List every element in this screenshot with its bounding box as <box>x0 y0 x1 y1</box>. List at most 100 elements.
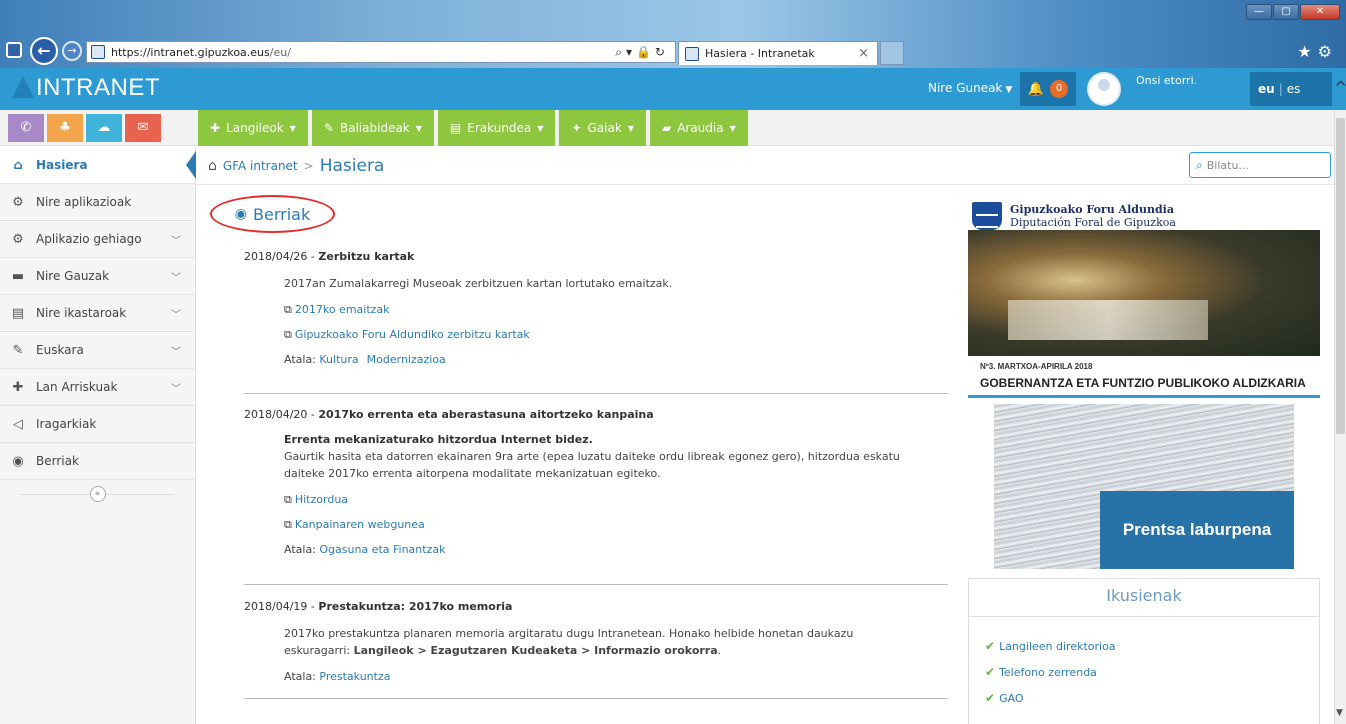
collapse-sidebar-button[interactable]: « <box>89 486 106 502</box>
most-viewed-label: Langileen direktorioa <box>999 639 1116 653</box>
welcome-text: Onsi etorri. <box>1136 74 1198 87</box>
news-text: Gaurtik hasita eta datorren ekainaren 9r… <box>284 450 900 480</box>
news-link[interactable]: ⧉ 2017ko emaitzak <box>284 303 948 317</box>
home-icon[interactable]: ⌂ <box>208 158 217 174</box>
tab-close-icon[interactable]: × <box>858 46 869 61</box>
category-tag-link[interactable]: Modernizazioa <box>367 353 446 366</box>
lang-eu-link[interactable]: eu <box>1258 82 1275 96</box>
lang-es-link[interactable]: es <box>1287 82 1301 96</box>
menu-araudia[interactable]: ▰ Araudia ▼ <box>649 110 748 146</box>
sidebar-item-iragarkiak[interactable]: ◁ Iragarkiak <box>0 406 195 443</box>
nire-guneak-dropdown[interactable]: Nire Guneak ▼ <box>928 81 1012 95</box>
news-headline[interactable]: Prestakuntza: 2017ko memoria <box>318 600 512 613</box>
most-viewed-label: GAO <box>999 691 1024 705</box>
menu-langileok[interactable]: ✚ Langileok ▼ <box>198 110 308 146</box>
external-link-icon: ⧉ <box>284 518 292 531</box>
sidebar-item-euskara[interactable]: ✎ Euskara ﹀ <box>0 332 195 369</box>
menu-baliabideak[interactable]: ✎ Baliabideak ▼ <box>311 110 434 146</box>
gfa-name-eu: Gipuzkoako Foru Aldundia <box>1010 203 1174 216</box>
window-controls: — ▢ ✕ <box>1246 4 1340 20</box>
news-divider <box>244 393 948 394</box>
news-headline[interactable]: Zerbitzu kartak <box>318 250 414 263</box>
news-title[interactable]: ◉ Berriak <box>210 195 335 233</box>
press-summary-banner[interactable]: Prentsa laburpena <box>994 404 1294 569</box>
sidebar-item-label: Aplikazio gehiago <box>36 232 142 246</box>
main-menu-bar: ✆ ♣ ☁ ✉ ✚ Langileok ▼ ✎ Baliabideak ▼ ▤ … <box>0 110 1334 146</box>
magazine-cover-image[interactable] <box>968 230 1320 356</box>
external-link-icon: ⧉ <box>284 303 292 316</box>
back-button[interactable]: ← <box>30 37 58 65</box>
sidebar-collapse-row: « <box>0 480 195 508</box>
caret-down-icon: ▼ <box>627 123 634 133</box>
news-text: 2017an Zumalakarregi Museoak zerbitzuen … <box>284 277 673 290</box>
pencil-icon: ✎ <box>12 342 24 358</box>
intranet-logo[interactable]: INTRANET <box>36 74 160 102</box>
news-link[interactable]: ⧉ Hitzordua <box>284 493 948 507</box>
favorites-star-icon[interactable]: ★ <box>1297 42 1317 61</box>
atala-label: Atala: <box>284 353 316 366</box>
news-link[interactable]: ⧉ Kanpainaren webgunea <box>284 518 948 532</box>
news-date: 2018/04/26 <box>244 250 308 263</box>
news-category: Atala: Prestakuntza <box>284 670 948 683</box>
magazine-title[interactable]: GOBERNANTZA ETA FUNTZIO PUBLIKOKO ALDIZK… <box>980 376 1306 390</box>
scrollbar-thumb[interactable] <box>1336 118 1345 434</box>
sidebar-item-nire-gauzak[interactable]: ▬ Nire Gauzak ﹀ <box>0 258 195 295</box>
most-viewed-link[interactable]: ✔ Langileen direktorioa <box>985 633 1319 659</box>
user-avatar[interactable] <box>1087 72 1121 106</box>
mail-button[interactable]: ✉ <box>125 114 161 142</box>
category-tag-link[interactable]: Ogasuna eta Finantzak <box>319 543 445 556</box>
news-headline[interactable]: 2017ko errenta eta aberastasuna aitortze… <box>318 408 653 421</box>
address-bar[interactable]: https://intranet.gipuzkoa.eus/eu/ ⌕▾🔒↻ <box>86 41 676 63</box>
sidebar-item-nire-aplikazioak[interactable]: ⚙ Nire aplikazioak <box>0 184 195 221</box>
org-chart-button[interactable]: ♣ <box>47 114 83 142</box>
category-tag-link[interactable]: Kultura <box>319 353 358 366</box>
search-input[interactable]: ⌕ Bilatu... <box>1189 152 1331 178</box>
rss-icon: ◉ <box>12 453 24 469</box>
magazine-issue: Nº3. MARTXOA-APIRILA 2018 <box>980 362 1093 371</box>
news-link-label: Hitzordua <box>294 493 349 506</box>
news-link-label: Kanpainaren webgunea <box>294 518 425 531</box>
breadcrumb-root-link[interactable]: GFA intranet <box>223 159 298 173</box>
address-tools-icon[interactable]: ⌕▾🔒↻ <box>615 45 669 60</box>
menu-label: Gaiak <box>587 121 622 135</box>
check-icon: ✔ <box>985 639 996 653</box>
news-link[interactable]: ⧉ Gipuzkoako Foru Aldundiko zerbitzu kart… <box>284 328 948 342</box>
news-item: 2018/04/26 - Zerbitzu kartak 2017an Zuma… <box>244 250 948 366</box>
sidebar-item-lan-arriskuak[interactable]: ✚ Lan Arriskuak ﹀ <box>0 369 195 406</box>
maximize-button[interactable]: ▢ <box>1273 4 1299 20</box>
menu-label: Araudia <box>677 121 724 135</box>
chevron-up-icon[interactable]: ^ <box>1334 78 1346 97</box>
sidebar-item-berriak[interactable]: ◉ Berriak <box>0 443 195 480</box>
phone-button[interactable]: ✆ <box>8 114 44 142</box>
most-viewed-link[interactable]: ✔ GAO <box>985 685 1319 711</box>
sidebar-item-nire-ikastaroak[interactable]: ▤ Nire ikastaroak ﹀ <box>0 295 195 332</box>
category-tag-link[interactable]: Prestakuntza <box>319 670 390 683</box>
sidebar-item-label: Berriak <box>36 454 79 468</box>
notifications-button[interactable]: 🔔 0 <box>1020 72 1076 106</box>
forward-button[interactable]: → <box>62 41 82 61</box>
sidebar-item-aplikazio-gehiago[interactable]: ⚙ Aplikazio gehiago ﹀ <box>0 221 195 258</box>
browser-menu-icon[interactable] <box>6 42 22 58</box>
browser-tab-active[interactable]: Hasiera - Intranetak × <box>678 41 878 65</box>
caret-down-icon: ▼ <box>415 123 422 133</box>
atala-label: Atala: <box>284 670 316 683</box>
new-tab-button[interactable] <box>880 41 904 65</box>
document-icon: ▤ <box>11 305 25 321</box>
close-window-button[interactable]: ✕ <box>1300 4 1340 20</box>
url-path: /eu/ <box>269 45 291 59</box>
cloud-button[interactable]: ☁ <box>86 114 122 142</box>
scroll-down-icon[interactable]: ▼ <box>1336 708 1343 718</box>
minimize-button[interactable]: — <box>1246 4 1272 20</box>
search-icon: ⌕ <box>1196 157 1203 172</box>
news-meta: 2018/04/20 - 2017ko errenta eta aberasta… <box>244 408 948 421</box>
news-body: 2017an Zumalakarregi Museoak zerbitzuen … <box>284 275 948 366</box>
sidebar-item-hasiera[interactable]: ⌂ Hasiera <box>0 147 195 184</box>
most-viewed-panel: Ikusienak ✔ Langileen direktorioa ✔ Telefo… <box>968 578 1320 724</box>
menu-gaiak[interactable]: ✦ Gaiak ▼ <box>559 110 646 146</box>
settings-gear-icon[interactable]: ⚙ <box>1318 42 1338 61</box>
medkit-icon: ✚ <box>12 379 24 395</box>
menu-erakundea[interactable]: ▤ Erakundea ▼ <box>437 110 556 146</box>
page-scrollbar[interactable]: ▼ <box>1334 110 1346 724</box>
most-viewed-link[interactable]: ✔ Telefono zerrenda <box>985 659 1319 685</box>
sidebar-item-label: Euskara <box>36 343 84 357</box>
